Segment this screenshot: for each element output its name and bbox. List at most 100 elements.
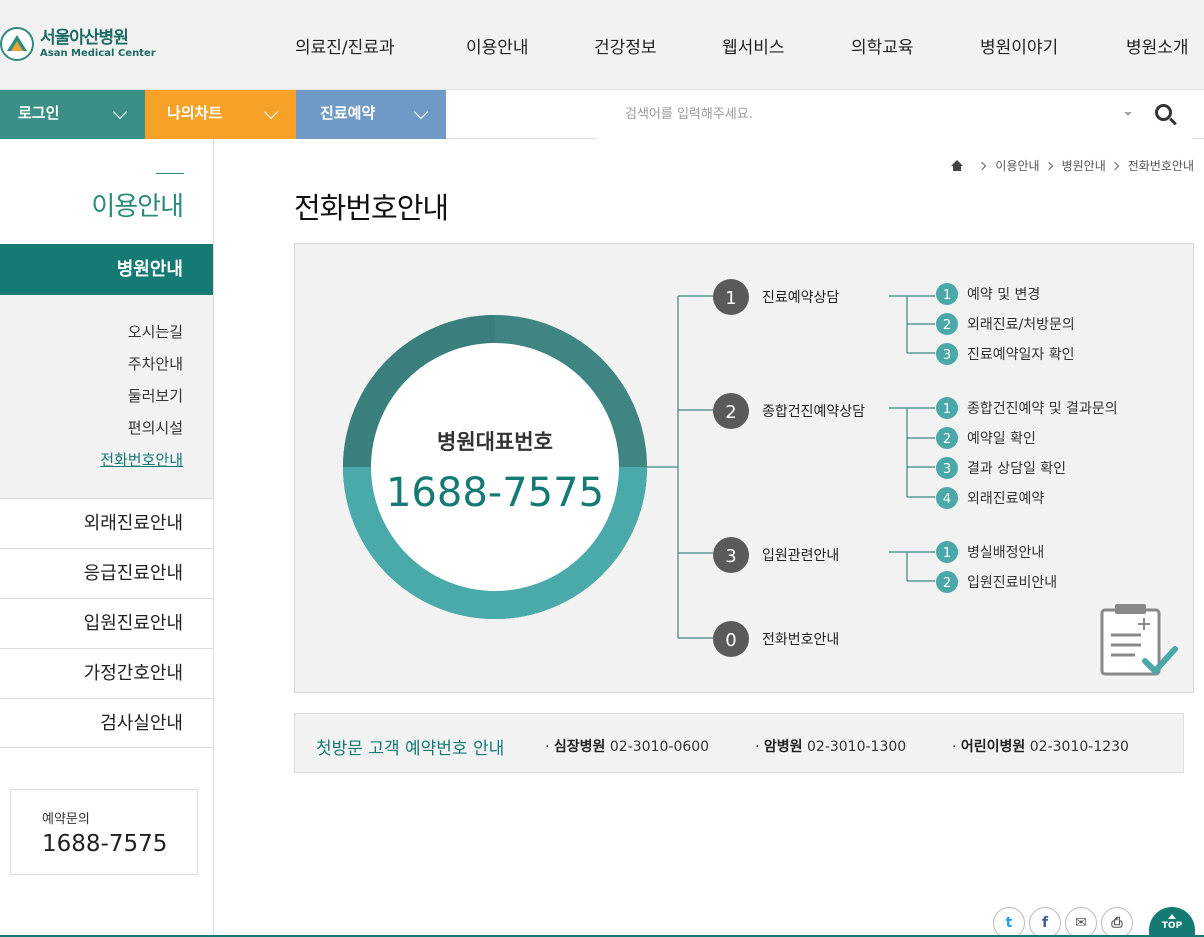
notice-item: · 심장병원 02-3010-0600: [545, 739, 710, 755]
branch-number: 2: [725, 402, 736, 423]
home-icon[interactable]: [951, 160, 964, 171]
sub-label: 종합건진예약 및 결과문의: [967, 401, 1118, 417]
submenu-item-directions[interactable]: 오시는길: [128, 321, 183, 342]
sub-label: 결과 상담일 확인: [967, 461, 1066, 477]
sub-label: 입원진료비안내: [967, 575, 1057, 591]
submenu-item-facilities[interactable]: 편의시설: [128, 417, 183, 438]
chevron-right-icon: [1110, 161, 1119, 170]
center-label: 병원대표번호: [437, 430, 553, 454]
sub-number: 2: [943, 318, 951, 333]
search-dropdown-icon[interactable]: [1124, 112, 1132, 116]
branch-label: 진료예약상담: [762, 290, 839, 306]
sidebar-item-emergency[interactable]: 응급진료안내: [0, 548, 213, 598]
twitter-icon[interactable]: t: [993, 907, 1025, 937]
sub-label: 외래진료/처방문의: [967, 317, 1075, 333]
login-button[interactable]: 로그인: [0, 90, 145, 139]
chevron-right-icon: [978, 161, 987, 170]
contact-number: 1688-7575: [42, 831, 168, 857]
contact-label: 예약문의: [42, 812, 90, 827]
nav-item-web-services[interactable]: 웹서비스: [722, 33, 785, 58]
scroll-top-button[interactable]: TOP: [1149, 907, 1195, 937]
sidebar-item-inpatient[interactable]: 입원진료안내: [0, 598, 213, 648]
sidebar-item-home-nursing[interactable]: 가정간호안내: [0, 648, 213, 698]
nav-item-stories[interactable]: 병원이야기: [980, 33, 1058, 58]
login-label: 로그인: [18, 104, 60, 122]
nav-item-usage[interactable]: 이용안내: [466, 33, 529, 58]
submenu-item-phone-guide[interactable]: 전화번호안내: [100, 449, 183, 470]
sub-number: 1: [943, 402, 951, 417]
sub-label: 외래진료예약: [967, 491, 1044, 507]
logo-english-text: Asan Medical Center: [40, 48, 156, 59]
logo-korean-text: 서울아산병원: [40, 28, 129, 48]
logo[interactable]: 서울아산병원 Asan Medical Center: [0, 25, 156, 63]
branch-number: 3: [725, 546, 736, 567]
reservation-label: 진료예약: [320, 104, 376, 122]
page-title: 전화번호안내: [294, 191, 449, 225]
mychart-label: 나의차트: [167, 104, 223, 122]
sub-number: 2: [943, 432, 951, 447]
sub-label: 예약 및 변경: [967, 287, 1040, 303]
breadcrumb-item[interactable]: 병원안내: [1062, 157, 1106, 174]
nav-item-doctors[interactable]: 의료진/진료과: [295, 33, 395, 58]
sub-number: 2: [943, 576, 951, 591]
mail-icon[interactable]: ✉: [1065, 907, 1097, 937]
breadcrumb: 이용안내 병원안내 전화번호안내: [951, 157, 1194, 174]
search-icon[interactable]: [1155, 104, 1177, 126]
chevron-down-icon: [413, 104, 429, 120]
sub-number: 4: [943, 492, 951, 507]
breadcrumb-item[interactable]: 전화번호안내: [1128, 157, 1194, 174]
branch-label: 종합건진예약상담: [762, 404, 865, 420]
branch-label: 전화번호안내: [762, 632, 839, 648]
branch-3: 3 입원관련안내 1 병실배정안내 2 입원진료비안내: [713, 537, 1057, 593]
sidebar-title: 이용안내: [91, 192, 184, 222]
divider: [156, 173, 184, 174]
sub-number: 3: [943, 348, 951, 363]
sidebar-submenu: 오시는길 주차안내 둘러보기 편의시설 전화번호안내: [0, 295, 213, 498]
chevron-right-icon: [1044, 161, 1053, 170]
mychart-button[interactable]: 나의차트: [145, 90, 296, 139]
nav-item-health-info[interactable]: 건강정보: [594, 33, 657, 58]
phone-diagram: 병원대표번호 1688-7575 1 진료예약상담 1 예약 및 변경 2 외래…: [343, 279, 1178, 676]
branch-number: 0: [725, 630, 736, 651]
notice-item: · 암병원 02-3010-1300: [755, 739, 907, 755]
sidebar-item-lab[interactable]: 검사실안내: [0, 698, 213, 748]
submenu-item-tour[interactable]: 둘러보기: [128, 385, 183, 406]
sub-label: 예약일 확인: [967, 431, 1036, 447]
phone-diagram-panel: 병원대표번호 1688-7575 1 진료예약상담 1 예약 및 변경 2 외래…: [294, 243, 1194, 693]
search-box: [596, 90, 1192, 139]
branch-label: 입원관련안내: [762, 548, 839, 564]
quick-bar: 로그인 나의차트 진료예약: [0, 90, 1204, 139]
nav-item-education[interactable]: 의학교육: [851, 33, 914, 58]
sub-label: 병실배정안내: [967, 545, 1044, 561]
notice-title: 첫방문 고객 예약번호 안내: [316, 739, 505, 759]
print-icon[interactable]: ⎙: [1101, 907, 1133, 937]
site-header: 서울아산병원 Asan Medical Center 의료진/진료과 이용안내 …: [0, 0, 1204, 90]
branch-1: 1 진료예약상담 1 예약 및 변경 2 외래진료/처방문의 3 진료예약일자 …: [713, 279, 1075, 365]
branch-number: 1: [725, 288, 736, 309]
sidebar: 이용안내 병원안내 오시는길 주차안내 둘러보기 편의시설 전화번호안내 외래진…: [0, 139, 214, 937]
chevron-down-icon: [263, 104, 279, 120]
sub-number: 3: [943, 462, 951, 477]
connector-lines: [647, 295, 935, 639]
logo-emblem-icon: [0, 25, 34, 63]
facebook-icon[interactable]: f: [1029, 907, 1061, 937]
first-visit-notice: 첫방문 고객 예약번호 안내 · 심장병원 02-3010-0600 · 암병원…: [294, 713, 1184, 773]
nav-item-about[interactable]: 병원소개: [1126, 33, 1189, 58]
notice-item: · 어린이병원 02-3010-1230: [952, 739, 1129, 755]
top-label: TOP: [1161, 921, 1183, 931]
arrow-up-icon: [1168, 914, 1176, 919]
reservation-button[interactable]: 진료예약: [296, 90, 446, 139]
center-ring: [343, 315, 647, 619]
breadcrumb-item[interactable]: 이용안내: [995, 157, 1039, 174]
contact-box: 예약문의 1688-7575: [10, 789, 198, 875]
center-number: 1688-7575: [386, 470, 604, 516]
submenu-item-parking[interactable]: 주차안내: [128, 353, 183, 374]
search-input[interactable]: [596, 90, 1192, 139]
sub-number: 1: [943, 546, 951, 561]
sidebar-item-hospital-guide[interactable]: 병원안내: [0, 244, 213, 295]
clipboard-check-icon: [1100, 604, 1178, 676]
branch-0: 0 전화번호안내: [713, 621, 839, 657]
chevron-down-icon: [112, 104, 128, 120]
sub-label: 진료예약일자 확인: [967, 347, 1075, 363]
sidebar-item-outpatient[interactable]: 외래진료안내: [0, 498, 213, 548]
